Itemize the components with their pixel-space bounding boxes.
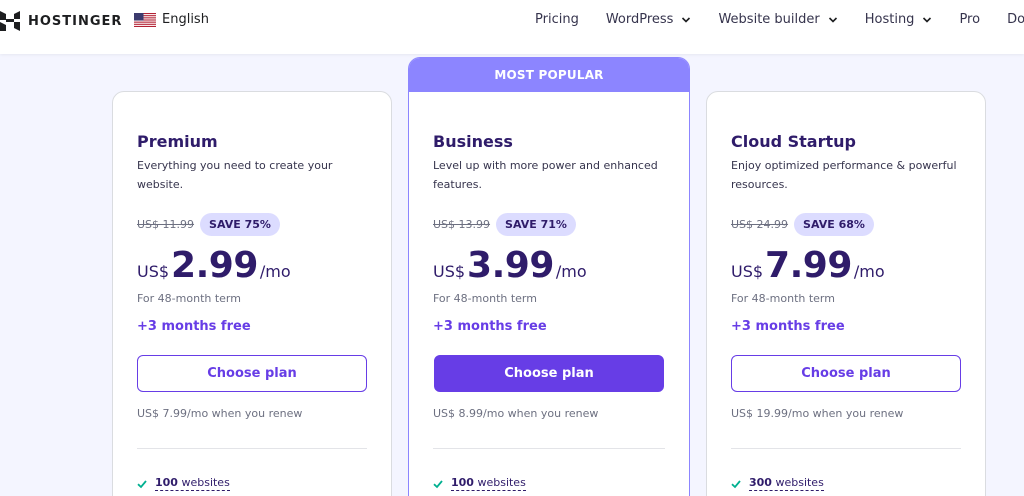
renew-price: US$ 7.99/mo when you renew xyxy=(137,407,303,420)
nav-label: Domair xyxy=(1007,12,1024,27)
plan-name: Premium xyxy=(137,132,218,151)
language-selector[interactable]: English xyxy=(134,12,209,27)
most-popular-badge: MOST POPULAR xyxy=(409,58,689,92)
divider xyxy=(433,448,665,449)
nav-wordpress[interactable]: WordPress xyxy=(606,12,692,27)
divider xyxy=(731,448,961,449)
price-amount: 3.99 xyxy=(467,245,554,286)
price-currency: US$ xyxy=(137,262,170,281)
nav-label: Pro xyxy=(959,12,981,27)
choose-plan-button[interactable]: Choose plan xyxy=(731,355,961,392)
nav-label: Pricing xyxy=(535,12,579,27)
feature-websites: 100 websites xyxy=(137,476,367,491)
price-period: /mo xyxy=(853,262,885,281)
renew-price: US$ 19.99/mo when you renew xyxy=(731,407,904,420)
renew-price: US$ 8.99/mo when you renew xyxy=(433,407,599,420)
plan-name: Cloud Startup xyxy=(731,132,856,151)
discount-badge: SAVE 68% xyxy=(794,213,874,236)
check-icon xyxy=(731,479,741,488)
brand-name: HOSTINGER xyxy=(28,13,123,29)
feature-text[interactable]: 100 websites xyxy=(451,476,526,491)
plan-description: Enjoy optimized performance & powerful r… xyxy=(731,159,957,191)
price-comparison: US$ 13.99 SAVE 71% xyxy=(433,213,665,236)
term-label: For 48-month term xyxy=(137,292,241,305)
plan-description: Level up with more power and enhanced fe… xyxy=(433,159,658,191)
bonus-label: +3 months free xyxy=(137,319,251,334)
price-comparison: US$ 11.99 SAVE 75% xyxy=(137,213,367,236)
plan-name: Business xyxy=(433,132,513,151)
price-currency: US$ xyxy=(433,262,466,281)
price-amount: 2.99 xyxy=(171,245,258,286)
nav-label: WordPress xyxy=(605,12,674,27)
price-period: /mo xyxy=(555,262,587,281)
feature-label: websites xyxy=(473,476,526,489)
nav-label: Website builder xyxy=(718,12,820,27)
price-currency: US$ xyxy=(731,262,764,281)
original-price: US$ 13.99 xyxy=(433,218,491,231)
feature-count: 300 xyxy=(749,476,772,489)
current-price: US$ 3.99 /mo xyxy=(433,245,665,286)
feature-label: websites xyxy=(177,476,230,489)
discount-badge: SAVE 75% xyxy=(200,213,280,236)
nav-label: Hosting xyxy=(864,12,915,27)
choose-plan-button[interactable]: Choose plan xyxy=(434,355,664,392)
plan-card-premium: Premium Everything you need to create yo… xyxy=(112,91,392,496)
feature-count: 100 xyxy=(155,476,178,489)
price-comparison: US$ 24.99 SAVE 68% xyxy=(731,213,961,236)
chevron-down-icon xyxy=(682,16,691,23)
main-nav: Pricing WordPress Website builder Hostin… xyxy=(535,12,1024,27)
brand-logo[interactable]: HOSTINGER xyxy=(0,11,122,31)
chevron-down-icon xyxy=(828,16,837,23)
top-nav-bar: HOSTINGER English Pricing WordPress Webs… xyxy=(0,0,1024,54)
check-icon xyxy=(137,479,147,488)
chevron-down-icon xyxy=(923,16,932,23)
feature-text[interactable]: 100 websites xyxy=(155,476,230,491)
nav-pro[interactable]: Pro xyxy=(959,12,980,27)
nav-domains[interactable]: Domair xyxy=(1007,12,1024,27)
feature-websites: 100 websites xyxy=(433,476,665,491)
plan-card-business: MOST POPULAR Business Level up with more… xyxy=(408,57,690,496)
bonus-label: +3 months free xyxy=(433,319,547,334)
hostinger-logo-icon xyxy=(0,11,20,31)
feature-count: 100 xyxy=(451,476,474,489)
us-flag-icon xyxy=(134,12,156,27)
feature-label: websites xyxy=(771,476,824,489)
current-price: US$ 2.99 /mo xyxy=(137,245,367,286)
nav-website-builder[interactable]: Website builder xyxy=(718,12,837,27)
current-price: US$ 7.99 /mo xyxy=(731,245,961,286)
feature-websites: 300 websites xyxy=(731,476,961,491)
feature-text[interactable]: 300 websites xyxy=(749,476,824,491)
divider xyxy=(137,448,367,449)
choose-plan-button[interactable]: Choose plan xyxy=(137,355,367,392)
term-label: For 48-month term xyxy=(433,292,537,305)
plan-description: Everything you need to create your websi… xyxy=(137,159,333,191)
language-label: English xyxy=(162,12,209,27)
original-price: US$ 11.99 xyxy=(137,218,195,231)
price-period: /mo xyxy=(259,262,291,281)
nav-pricing[interactable]: Pricing xyxy=(535,12,579,27)
price-amount: 7.99 xyxy=(765,245,852,286)
discount-badge: SAVE 71% xyxy=(496,213,576,236)
plan-card-cloud-startup: Cloud Startup Enjoy optimized performanc… xyxy=(706,91,986,496)
nav-hosting[interactable]: Hosting xyxy=(865,12,933,27)
original-price: US$ 24.99 xyxy=(731,218,789,231)
bonus-label: +3 months free xyxy=(731,319,845,334)
check-icon xyxy=(433,479,443,488)
term-label: For 48-month term xyxy=(731,292,835,305)
